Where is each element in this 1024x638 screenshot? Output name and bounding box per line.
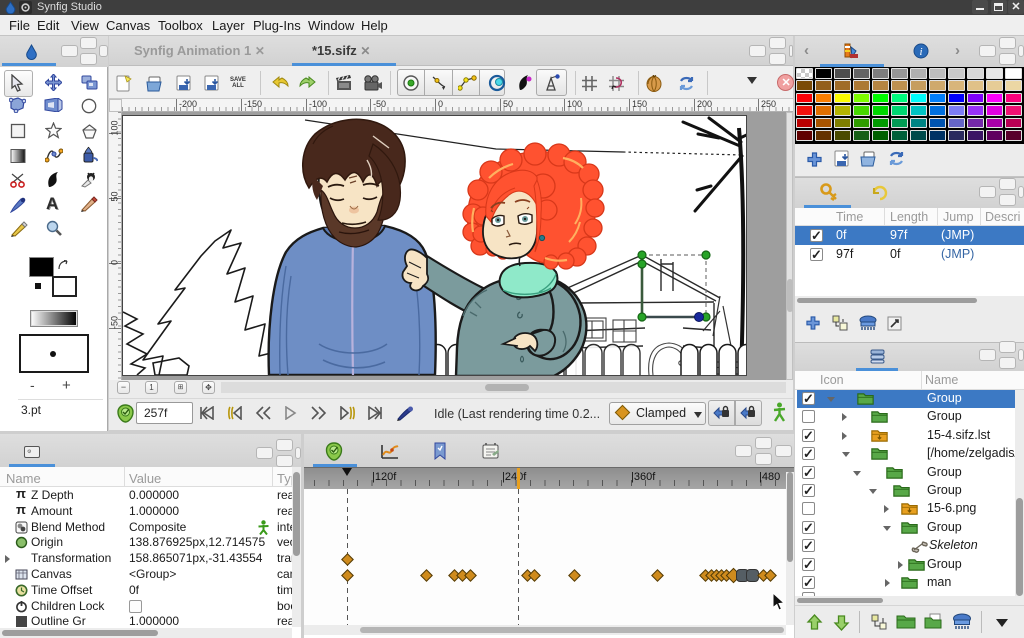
svg-text:i: i (919, 46, 922, 58)
